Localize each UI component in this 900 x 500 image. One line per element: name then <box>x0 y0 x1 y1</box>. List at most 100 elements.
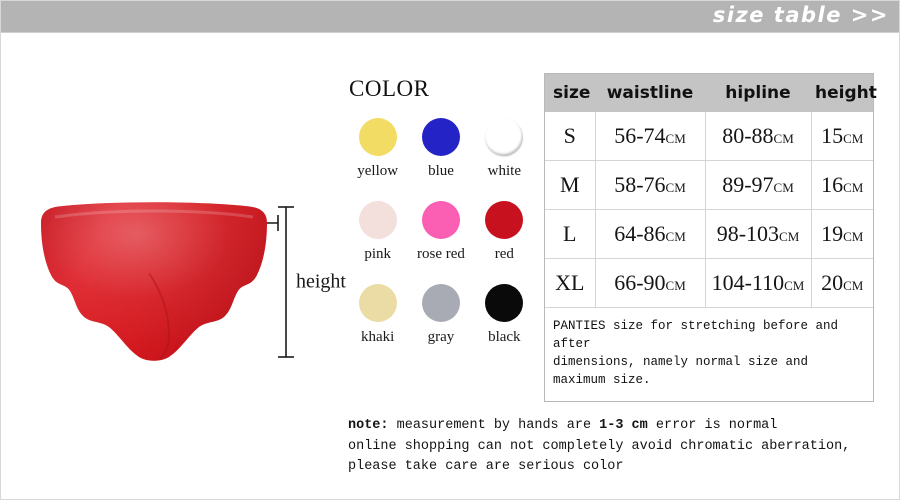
cell-height: 16CM <box>811 160 873 210</box>
table-note-cell: PANTIES size for stretching before and a… <box>545 308 873 401</box>
cell-hipline: 104-110CM <box>705 258 812 308</box>
height-label: height <box>296 270 346 293</box>
bottom-note-part2: error is normal <box>647 418 778 433</box>
cell-value: 58-76 <box>614 172 666 197</box>
table-header-row: size waistline hipline height <box>545 74 877 112</box>
cell-waistline: 58-76CM <box>595 160 706 210</box>
size-table: size waistline hipline height S 56-74CM … <box>545 74 877 401</box>
bottom-note-lead: note: <box>348 418 389 433</box>
swatch-dot-icon <box>421 201 460 239</box>
header-title: size table >> <box>712 3 889 27</box>
height-dimension: height <box>276 206 346 358</box>
swatch-dot-icon <box>358 201 397 239</box>
cell-size: M <box>545 160 596 210</box>
unit-label: CM <box>665 131 686 146</box>
cell-hipline: 80-88CM <box>705 112 812 161</box>
cell-height: 19CM <box>811 209 873 259</box>
color-swatch-gray[interactable]: gray <box>409 284 472 346</box>
cell-waistline: 66-90CM <box>595 258 706 308</box>
color-swatch-blue[interactable]: blue <box>409 118 472 180</box>
cell-height: 20CM <box>811 258 873 308</box>
column-header-height: height <box>811 74 877 112</box>
header-bar: size table >> <box>1 1 899 33</box>
swatch-label: yellow <box>357 163 399 179</box>
unit-label: CM <box>773 180 794 195</box>
table-row: M 58-76CM 89-97CM 16CM <box>545 160 873 210</box>
cell-hipline: 98-103CM <box>705 209 812 259</box>
cell-value: 64-86 <box>614 221 666 246</box>
unit-label: CM <box>843 229 864 244</box>
cell-size: S <box>545 112 596 161</box>
size-table-body: S 56-74CM 80-88CM 15CM M 58-76CM 89-97CM… <box>545 112 873 401</box>
bottom-note: note: measurement by hands are 1-3 cm er… <box>348 416 893 478</box>
bottom-note-line-1: note: measurement by hands are 1-3 cm er… <box>348 416 893 437</box>
cell-height: 15CM <box>811 112 873 161</box>
cell-value: 20 <box>821 270 844 295</box>
column-header-size: size <box>545 74 595 112</box>
swatch-label: black <box>488 329 521 345</box>
column-header-hipline: hipline <box>705 74 811 112</box>
cell-value: 104-110 <box>711 270 785 295</box>
unit-label: CM <box>779 229 800 244</box>
size-table-header: size waistline hipline height <box>545 74 877 112</box>
color-section-title: COLOR <box>349 76 430 101</box>
unit-label: CM <box>843 131 864 146</box>
table-note-row: PANTIES size for stretching before and a… <box>545 308 873 401</box>
bottom-note-part1: measurement by hands are <box>388 418 600 433</box>
size-table-page: size table >> waistline height <box>0 0 900 500</box>
swatch-dot-icon <box>485 118 524 156</box>
panties-product-image <box>41 202 267 361</box>
swatch-label: pink <box>364 246 391 262</box>
swatch-label: rose red <box>417 246 465 262</box>
color-swatch-rose-red[interactable]: rose red <box>409 201 472 263</box>
cell-value: 66-90 <box>614 270 666 295</box>
cell-value: 16 <box>821 172 844 197</box>
swatch-dot-icon <box>358 118 397 156</box>
cell-value: 98-103 <box>716 221 780 246</box>
swatch-label: khaki <box>361 329 395 345</box>
color-swatch-grid: yellow blue white pink rose red red khak… <box>346 118 536 346</box>
table-row: XL 66-90CM 104-110CM 20CM <box>545 258 873 308</box>
swatch-dot-icon <box>485 284 524 322</box>
product-panel: waistline height <box>1 34 346 499</box>
table-row: S 56-74CM 80-88CM 15CM <box>545 112 873 161</box>
swatch-label: blue <box>428 163 454 179</box>
unit-label: CM <box>665 180 686 195</box>
swatch-label: red <box>494 246 514 262</box>
column-header-waistline: waistline <box>595 74 705 112</box>
table-row: L 64-86CM 98-103CM 19CM <box>545 209 873 259</box>
unit-label: CM <box>784 278 805 293</box>
swatch-dot-icon <box>358 284 397 322</box>
color-swatch-white[interactable]: white <box>473 118 536 180</box>
cell-waistline: 64-86CM <box>595 209 706 259</box>
cell-size: L <box>545 209 596 259</box>
color-section: COLOR yellow blue white pink rose red re… <box>346 76 536 396</box>
swatch-label: gray <box>427 329 455 345</box>
color-swatch-yellow[interactable]: yellow <box>346 118 409 180</box>
swatch-dot-icon <box>485 201 524 239</box>
cell-value: 15 <box>821 123 844 148</box>
cell-value: 56-74 <box>614 123 666 148</box>
swatch-dot-icon <box>421 284 460 322</box>
cell-value: 89-97 <box>722 172 774 197</box>
cell-value: 19 <box>821 221 844 246</box>
unit-label: CM <box>843 180 864 195</box>
color-swatch-pink[interactable]: pink <box>346 201 409 263</box>
cell-value: 80-88 <box>722 123 774 148</box>
cell-hipline: 89-97CM <box>705 160 812 210</box>
unit-label: CM <box>773 131 794 146</box>
cell-waistline: 56-74CM <box>595 112 706 161</box>
bottom-note-line-2: online shopping can not completely avoid… <box>348 438 851 454</box>
bottom-note-strong: 1-3 cm <box>599 418 648 433</box>
color-swatch-red[interactable]: red <box>473 201 536 263</box>
color-swatch-khaki[interactable]: khaki <box>346 284 409 346</box>
table-note-text: PANTIES size for stretching before and a… <box>553 319 839 388</box>
swatch-dot-icon <box>421 118 460 156</box>
size-table-container: size waistline hipline height S 56-74CM … <box>544 73 877 402</box>
unit-label: CM <box>665 278 686 293</box>
unit-label: CM <box>665 229 686 244</box>
color-swatch-black[interactable]: black <box>473 284 536 346</box>
height-arrow-icon <box>278 206 294 358</box>
unit-label: CM <box>843 278 864 293</box>
bottom-note-line-3: please take care are serious color <box>348 459 624 475</box>
